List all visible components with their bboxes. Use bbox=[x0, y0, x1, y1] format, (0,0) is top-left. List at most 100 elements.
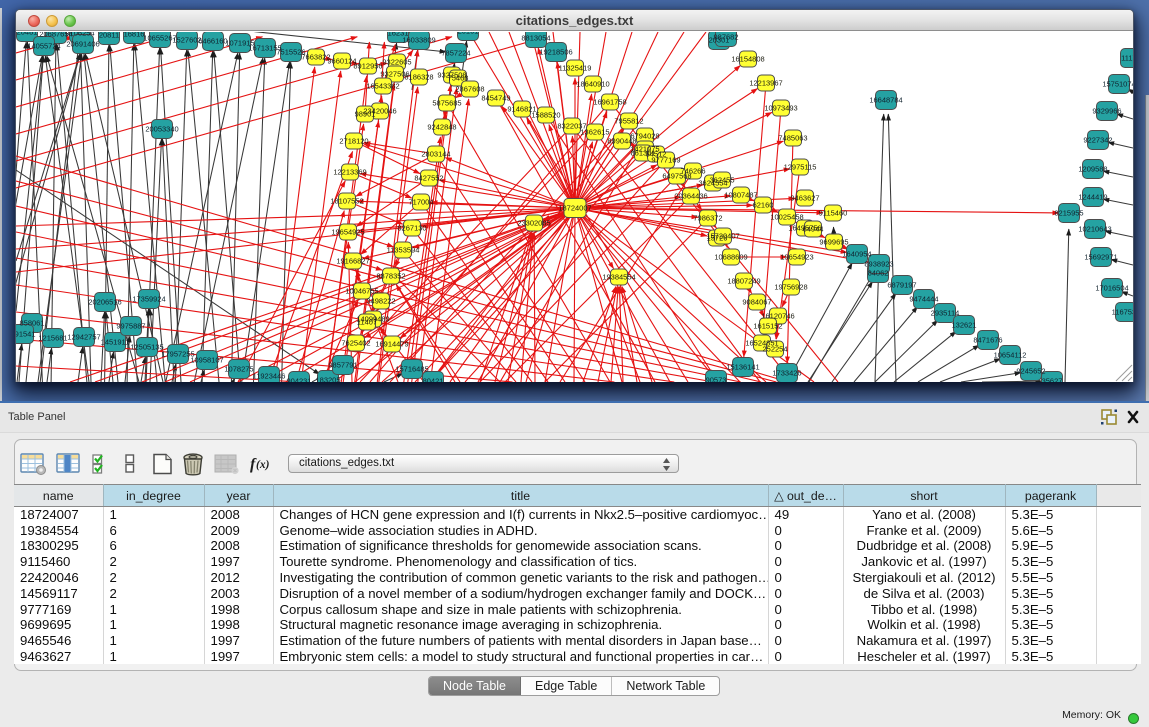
svg-text:80421: 80421 bbox=[423, 377, 444, 383]
svg-text:9975887: 9975887 bbox=[116, 322, 145, 331]
svg-text:(x): (x) bbox=[256, 459, 270, 471]
svg-text:858061: 858061 bbox=[19, 319, 44, 328]
svg-text:18724007: 18724007 bbox=[558, 204, 591, 213]
svg-text:20101: 20101 bbox=[458, 32, 479, 36]
svg-text:11353594: 11353594 bbox=[387, 246, 420, 255]
svg-text:19384554: 19384554 bbox=[602, 273, 635, 282]
svg-text:132621: 132621 bbox=[951, 321, 976, 330]
svg-text:20481: 20481 bbox=[17, 32, 38, 37]
svg-text:904231: 904231 bbox=[286, 377, 311, 383]
svg-text:17359924: 17359924 bbox=[132, 295, 165, 304]
svg-text:8215955: 8215955 bbox=[1054, 209, 1083, 218]
svg-text:11173: 11173 bbox=[1121, 54, 1133, 63]
svg-text:8454749: 8454749 bbox=[481, 94, 510, 103]
svg-text:19654925: 19654925 bbox=[331, 228, 364, 237]
svg-text:19756928: 19756928 bbox=[774, 283, 807, 292]
svg-text:62160: 62160 bbox=[753, 201, 774, 210]
svg-text:8471676: 8471676 bbox=[973, 336, 1002, 345]
svg-text:20206516: 20206516 bbox=[88, 298, 121, 307]
svg-text:9115460: 9115460 bbox=[819, 209, 848, 218]
svg-text:8267130: 8267130 bbox=[397, 224, 426, 233]
svg-text:987682: 987682 bbox=[713, 33, 738, 42]
svg-text:8813054: 8813054 bbox=[521, 34, 550, 43]
svg-text:16033809: 16033809 bbox=[402, 36, 435, 45]
svg-text:14055724: 14055724 bbox=[27, 42, 60, 51]
svg-text:2867608: 2867608 bbox=[455, 85, 484, 94]
svg-text:9329966: 9329966 bbox=[1092, 107, 1121, 116]
svg-text:12213369: 12213369 bbox=[333, 168, 366, 177]
svg-text:15136141: 15136141 bbox=[726, 363, 759, 372]
svg-text:10958107: 10958107 bbox=[190, 356, 223, 365]
svg-text:20691406: 20691406 bbox=[66, 40, 99, 49]
svg-text:75468: 75468 bbox=[448, 74, 469, 83]
svg-text:9857791: 9857791 bbox=[328, 361, 357, 370]
svg-text:7986372: 7986372 bbox=[693, 214, 722, 223]
svg-text:12942757: 12942757 bbox=[67, 333, 100, 342]
svg-text:252254: 252254 bbox=[762, 345, 787, 354]
svg-text:12975115: 12975115 bbox=[784, 163, 817, 172]
svg-text:1078275: 1078275 bbox=[224, 365, 253, 374]
svg-text:16816: 16816 bbox=[124, 32, 145, 39]
svg-text:84062: 84062 bbox=[868, 269, 889, 278]
svg-text:1588520: 1588520 bbox=[531, 111, 560, 120]
svg-text:9699695: 9699695 bbox=[819, 238, 848, 247]
svg-text:6466160: 6466160 bbox=[198, 37, 227, 46]
svg-text:16961758: 16961758 bbox=[593, 98, 626, 107]
svg-text:1615152: 1615152 bbox=[753, 322, 782, 331]
svg-text:15692971: 15692971 bbox=[1084, 253, 1117, 262]
svg-text:18640910: 18640910 bbox=[576, 80, 609, 89]
svg-text:6497568: 6497568 bbox=[662, 172, 691, 181]
svg-text:8186328: 8186328 bbox=[404, 73, 433, 82]
svg-text:15716485: 15716485 bbox=[395, 365, 428, 374]
svg-text:717004: 717004 bbox=[408, 198, 433, 207]
svg-text:20053340: 20053340 bbox=[145, 125, 178, 134]
svg-text:10973493: 10973493 bbox=[764, 104, 797, 113]
svg-text:1640954: 1640954 bbox=[842, 250, 871, 259]
svg-text:12213967: 12213967 bbox=[749, 79, 782, 88]
svg-text:1733426: 1733426 bbox=[772, 369, 801, 378]
svg-text:9084067: 9084067 bbox=[742, 298, 771, 307]
svg-text:9227342: 9227342 bbox=[1083, 136, 1112, 145]
svg-text:19654923: 19654923 bbox=[780, 253, 813, 262]
svg-text:19218506: 19218506 bbox=[539, 48, 572, 57]
svg-text:8938923: 8938923 bbox=[864, 260, 893, 269]
svg-text:7857224: 7857224 bbox=[441, 49, 470, 58]
svg-text:10688609: 10688609 bbox=[714, 253, 747, 262]
svg-text:5875685: 5875685 bbox=[432, 99, 461, 108]
svg-text:9322605: 9322605 bbox=[382, 58, 411, 67]
svg-text:2718120: 2718120 bbox=[339, 137, 368, 146]
svg-text:16120746: 16120746 bbox=[761, 312, 794, 321]
svg-text:391541: 391541 bbox=[16, 330, 36, 339]
svg-text:362455: 362455 bbox=[709, 176, 734, 185]
svg-text:20811: 20811 bbox=[99, 32, 119, 40]
svg-text:1527602: 1527602 bbox=[172, 36, 201, 45]
svg-text:1167533: 1167533 bbox=[1112, 308, 1133, 317]
svg-text:6879197: 6879197 bbox=[887, 281, 916, 290]
svg-text:18807249: 18807249 bbox=[727, 277, 760, 286]
svg-text:9242848: 9242848 bbox=[427, 123, 456, 132]
svg-text:98901: 98901 bbox=[355, 110, 376, 119]
svg-text:9245652: 9245652 bbox=[1016, 367, 1045, 376]
svg-text:16914479: 16914479 bbox=[375, 340, 408, 349]
svg-text:10807487: 10807487 bbox=[724, 191, 757, 200]
svg-text:16154808: 16154808 bbox=[731, 55, 764, 64]
svg-text:2935114: 2935114 bbox=[931, 309, 960, 318]
svg-text:10210643: 10210643 bbox=[1078, 225, 1111, 234]
svg-text:3498222: 3498222 bbox=[366, 297, 395, 306]
svg-text:7625402: 7625402 bbox=[341, 339, 370, 348]
svg-text:9474444: 9474444 bbox=[909, 295, 938, 304]
svg-text:10025458: 10025458 bbox=[770, 213, 803, 222]
svg-text:8878352: 8878352 bbox=[376, 272, 405, 281]
svg-text:23302085: 23302085 bbox=[517, 219, 550, 228]
svg-text:7663822: 7663822 bbox=[301, 53, 330, 62]
svg-text:12505135: 12505135 bbox=[130, 343, 163, 352]
svg-text:7485063: 7485063 bbox=[778, 134, 807, 143]
svg-text:9463627: 9463627 bbox=[790, 194, 819, 203]
svg-text:10654112: 10654112 bbox=[994, 351, 1027, 360]
svg-text:20364436: 20364436 bbox=[674, 192, 707, 201]
svg-text:9777169: 9777169 bbox=[651, 156, 680, 165]
svg-text:90573: 90573 bbox=[706, 376, 727, 383]
svg-text:16648784: 16648784 bbox=[869, 96, 902, 105]
svg-text:2803144: 2803144 bbox=[421, 150, 450, 159]
svg-text:9660124: 9660124 bbox=[327, 57, 356, 66]
